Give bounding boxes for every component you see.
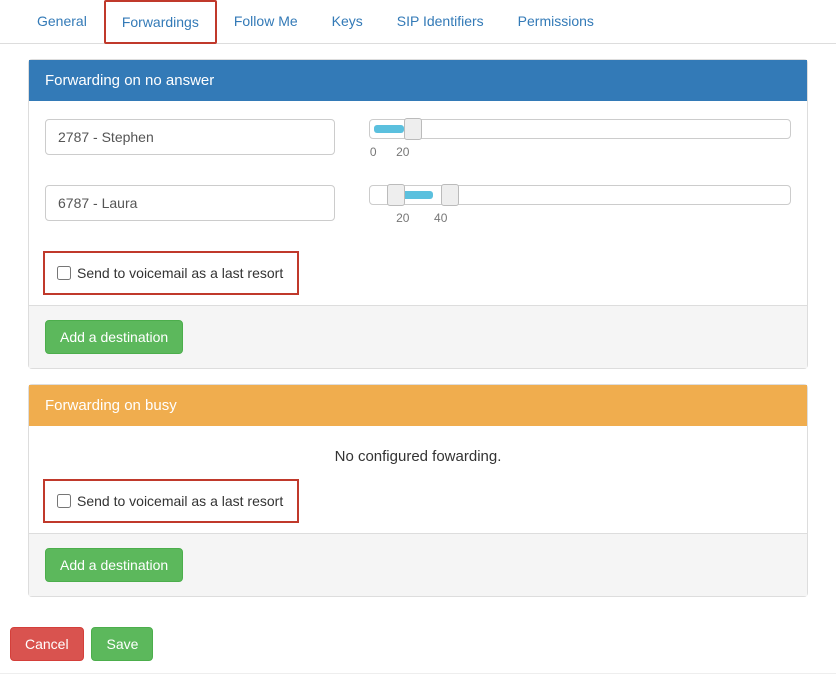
panel-no-answer-footer: Add a destination — [29, 305, 807, 368]
tab-permissions[interactable]: Permissions — [501, 0, 611, 44]
voicemail-checkbox-label-busy: Send to voicemail as a last resort — [77, 493, 283, 509]
panel-busy-body: No configured fowarding. Send to voicema… — [29, 426, 807, 533]
tab-keys[interactable]: Keys — [315, 0, 380, 44]
tab-general[interactable]: General — [20, 0, 104, 44]
slider-0-fill — [374, 125, 403, 133]
voicemail-checkbox-input-busy[interactable] — [57, 494, 71, 508]
voicemail-checkbox-input-no-answer[interactable] — [57, 266, 71, 280]
voicemail-checkbox-label-no-answer: Send to voicemail as a last resort — [77, 265, 283, 281]
slider-1-labels: 20 40 — [369, 211, 791, 225]
slider-1[interactable] — [369, 185, 791, 205]
panel-no-answer-title: Forwarding on no answer — [29, 60, 807, 101]
panel-no-answer: Forwarding on no answer 0 20 — [28, 59, 808, 369]
slider-1-start-handle[interactable] — [387, 184, 405, 206]
slider-0-end-handle[interactable] — [404, 118, 422, 140]
destination-row: 20 40 — [45, 185, 791, 225]
panel-busy-title: Forwarding on busy — [29, 385, 807, 426]
destination-row: 0 20 — [45, 119, 791, 159]
tab-sip-identifiers[interactable]: SIP Identifiers — [380, 0, 501, 44]
panel-no-answer-body: 0 20 20 40 Send to voicemail — [29, 101, 807, 305]
tab-bar: General Forwardings Follow Me Keys SIP I… — [0, 0, 836, 44]
no-config-message: No configured fowarding. — [45, 444, 791, 479]
destination-input-1[interactable] — [45, 185, 335, 221]
slider-0-labels: 0 20 — [369, 145, 791, 159]
panel-busy: Forwarding on busy No configured fowardi… — [28, 384, 808, 597]
slider-0[interactable] — [369, 119, 791, 139]
tab-follow-me[interactable]: Follow Me — [217, 0, 315, 44]
bottom-action-bar: Cancel Save — [0, 627, 836, 674]
add-destination-button-no-answer[interactable]: Add a destination — [45, 320, 183, 354]
cancel-button[interactable]: Cancel — [10, 627, 84, 661]
slider-0-start-label: 0 — [370, 145, 377, 159]
save-button[interactable]: Save — [91, 627, 153, 661]
slider-1-start-label: 20 — [396, 211, 409, 225]
slider-col-1: 20 40 — [369, 185, 791, 225]
add-destination-button-busy[interactable]: Add a destination — [45, 548, 183, 582]
panel-busy-footer: Add a destination — [29, 533, 807, 596]
tab-forwardings[interactable]: Forwardings — [104, 0, 217, 44]
voicemail-checkbox-no-answer[interactable]: Send to voicemail as a last resort — [43, 251, 299, 295]
slider-1-end-handle[interactable] — [441, 184, 459, 206]
slider-1-end-label: 40 — [434, 211, 447, 225]
slider-col-0: 0 20 — [369, 119, 791, 159]
voicemail-checkbox-busy[interactable]: Send to voicemail as a last resort — [43, 479, 299, 523]
destination-input-0[interactable] — [45, 119, 335, 155]
slider-0-end-label: 20 — [396, 145, 409, 159]
